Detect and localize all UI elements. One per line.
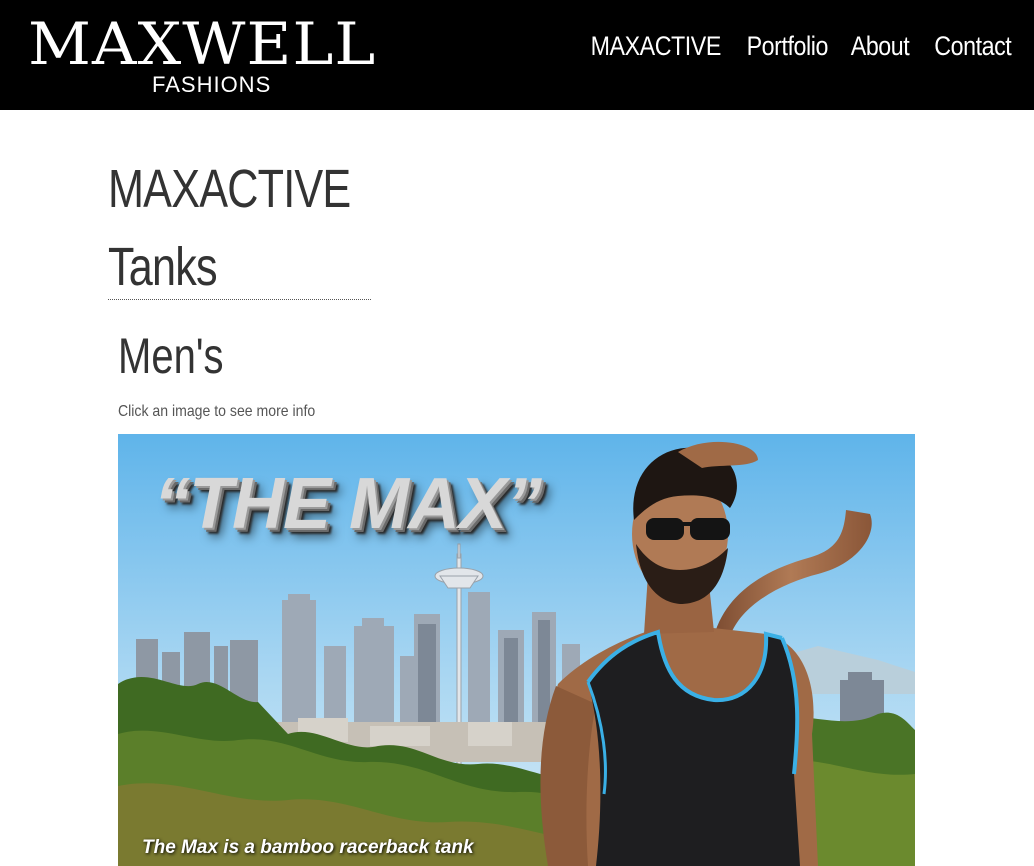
promo-caption: The Max is a bamboo racerback tank bbox=[142, 837, 474, 858]
brand-logo[interactable]: MAXWELL FASHIONS bbox=[28, 12, 400, 98]
logo-subtitle: FASHIONS bbox=[152, 72, 272, 97]
logo-wordmark: MAXWELL bbox=[28, 10, 377, 78]
nav-link-about[interactable]: About bbox=[851, 29, 910, 63]
nav-link-maxactive[interactable]: MAXACTIVE bbox=[591, 29, 722, 63]
page-title-line-2: Tanks bbox=[108, 237, 218, 297]
product-image-the-max[interactable]: “THE MAX” The Max is a bamboo racerback … bbox=[118, 434, 915, 866]
page-title-line-1: MAXACTIVE bbox=[108, 159, 351, 219]
nav-link-contact[interactable]: Contact bbox=[935, 29, 1012, 63]
title-divider bbox=[108, 299, 371, 300]
section-heading-mens: Men's bbox=[118, 328, 224, 384]
promo-headline: “THE MAX” bbox=[154, 464, 542, 544]
site-header: MAXWELL FASHIONS MAXACTIVE Portfolio Abo… bbox=[0, 0, 1034, 110]
page-title: MAXACTIVE Tanks bbox=[108, 150, 370, 306]
main-nav: MAXACTIVE Portfolio About Contact bbox=[580, 28, 1018, 64]
click-hint: Click an image to see more info bbox=[118, 403, 316, 420]
nav-link-portfolio[interactable]: Portfolio bbox=[746, 29, 828, 63]
